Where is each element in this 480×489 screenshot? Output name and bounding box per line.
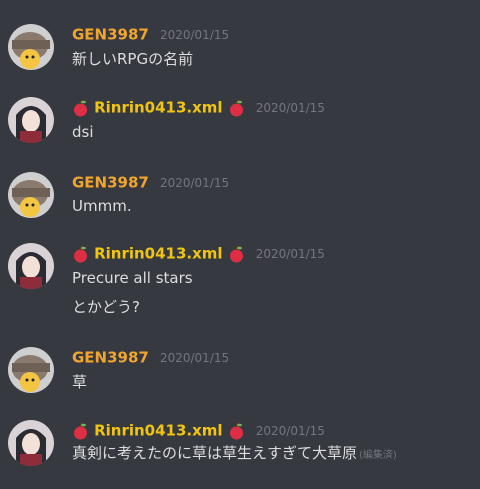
message-text: Ummm.: [72, 197, 132, 215]
user-avatar-gen[interactable]: [8, 24, 54, 70]
author-name[interactable]: Rinrin0413.xml: [94, 422, 222, 440]
author-name[interactable]: GEN3987: [72, 174, 149, 192]
red-apple-icon: [229, 98, 243, 116]
message-header: GEN3987 2020/01/15: [72, 24, 229, 44]
author-name[interactable]: Rinrin0413.xml: [94, 99, 222, 117]
message-header: Rinrin0413.xml 2020/01/15: [72, 420, 325, 440]
message-text: とかどう?: [72, 298, 140, 316]
message-header: Rinrin0413.xml 2020/01/15: [72, 97, 325, 117]
edited-label: (編集済): [359, 450, 397, 461]
user-avatar-rin[interactable]: [8, 97, 54, 143]
red-apple-icon: [74, 421, 87, 439]
user-avatar-gen[interactable]: [8, 172, 54, 218]
message-header: Rinrin0413.xml 2020/01/15: [72, 243, 325, 263]
message-text: Precure all stars: [72, 269, 193, 287]
message-text: 真剣に考えたのに草は草生えすぎて大草原 (編集済): [72, 442, 397, 463]
red-apple-icon: [74, 244, 87, 262]
timestamp: 2020/01/15: [255, 423, 325, 438]
user-avatar-rin[interactable]: [8, 420, 54, 466]
timestamp: 2020/01/15: [159, 27, 230, 42]
timestamp: 2020/01/15: [159, 350, 230, 365]
user-avatar-gen[interactable]: [8, 347, 54, 393]
red-apple-icon: [229, 421, 243, 439]
author-name[interactable]: GEN3987: [72, 26, 149, 44]
user-avatar-rin[interactable]: [8, 243, 54, 289]
timestamp: 2020/01/15: [255, 100, 325, 115]
message-header: GEN3987 2020/01/15: [72, 347, 229, 367]
message-text-content: 真剣に考えたのに草は草生えすぎて大草原: [72, 444, 358, 462]
author-name[interactable]: GEN3987: [72, 349, 149, 367]
red-apple-icon: [229, 244, 243, 262]
message-text: dsi: [72, 123, 94, 141]
red-apple-icon: [74, 98, 87, 116]
chat-messages: GEN3987 2020/01/15 新しいRPGの名前 Rinrin0413.…: [0, 0, 480, 489]
message-text: 新しいRPGの名前: [72, 50, 194, 68]
timestamp: 2020/01/15: [159, 175, 230, 190]
message-text: 草: [72, 373, 88, 391]
author-name[interactable]: Rinrin0413.xml: [94, 245, 222, 263]
message-header: GEN3987 2020/01/15: [72, 172, 229, 192]
timestamp: 2020/01/15: [255, 246, 325, 261]
